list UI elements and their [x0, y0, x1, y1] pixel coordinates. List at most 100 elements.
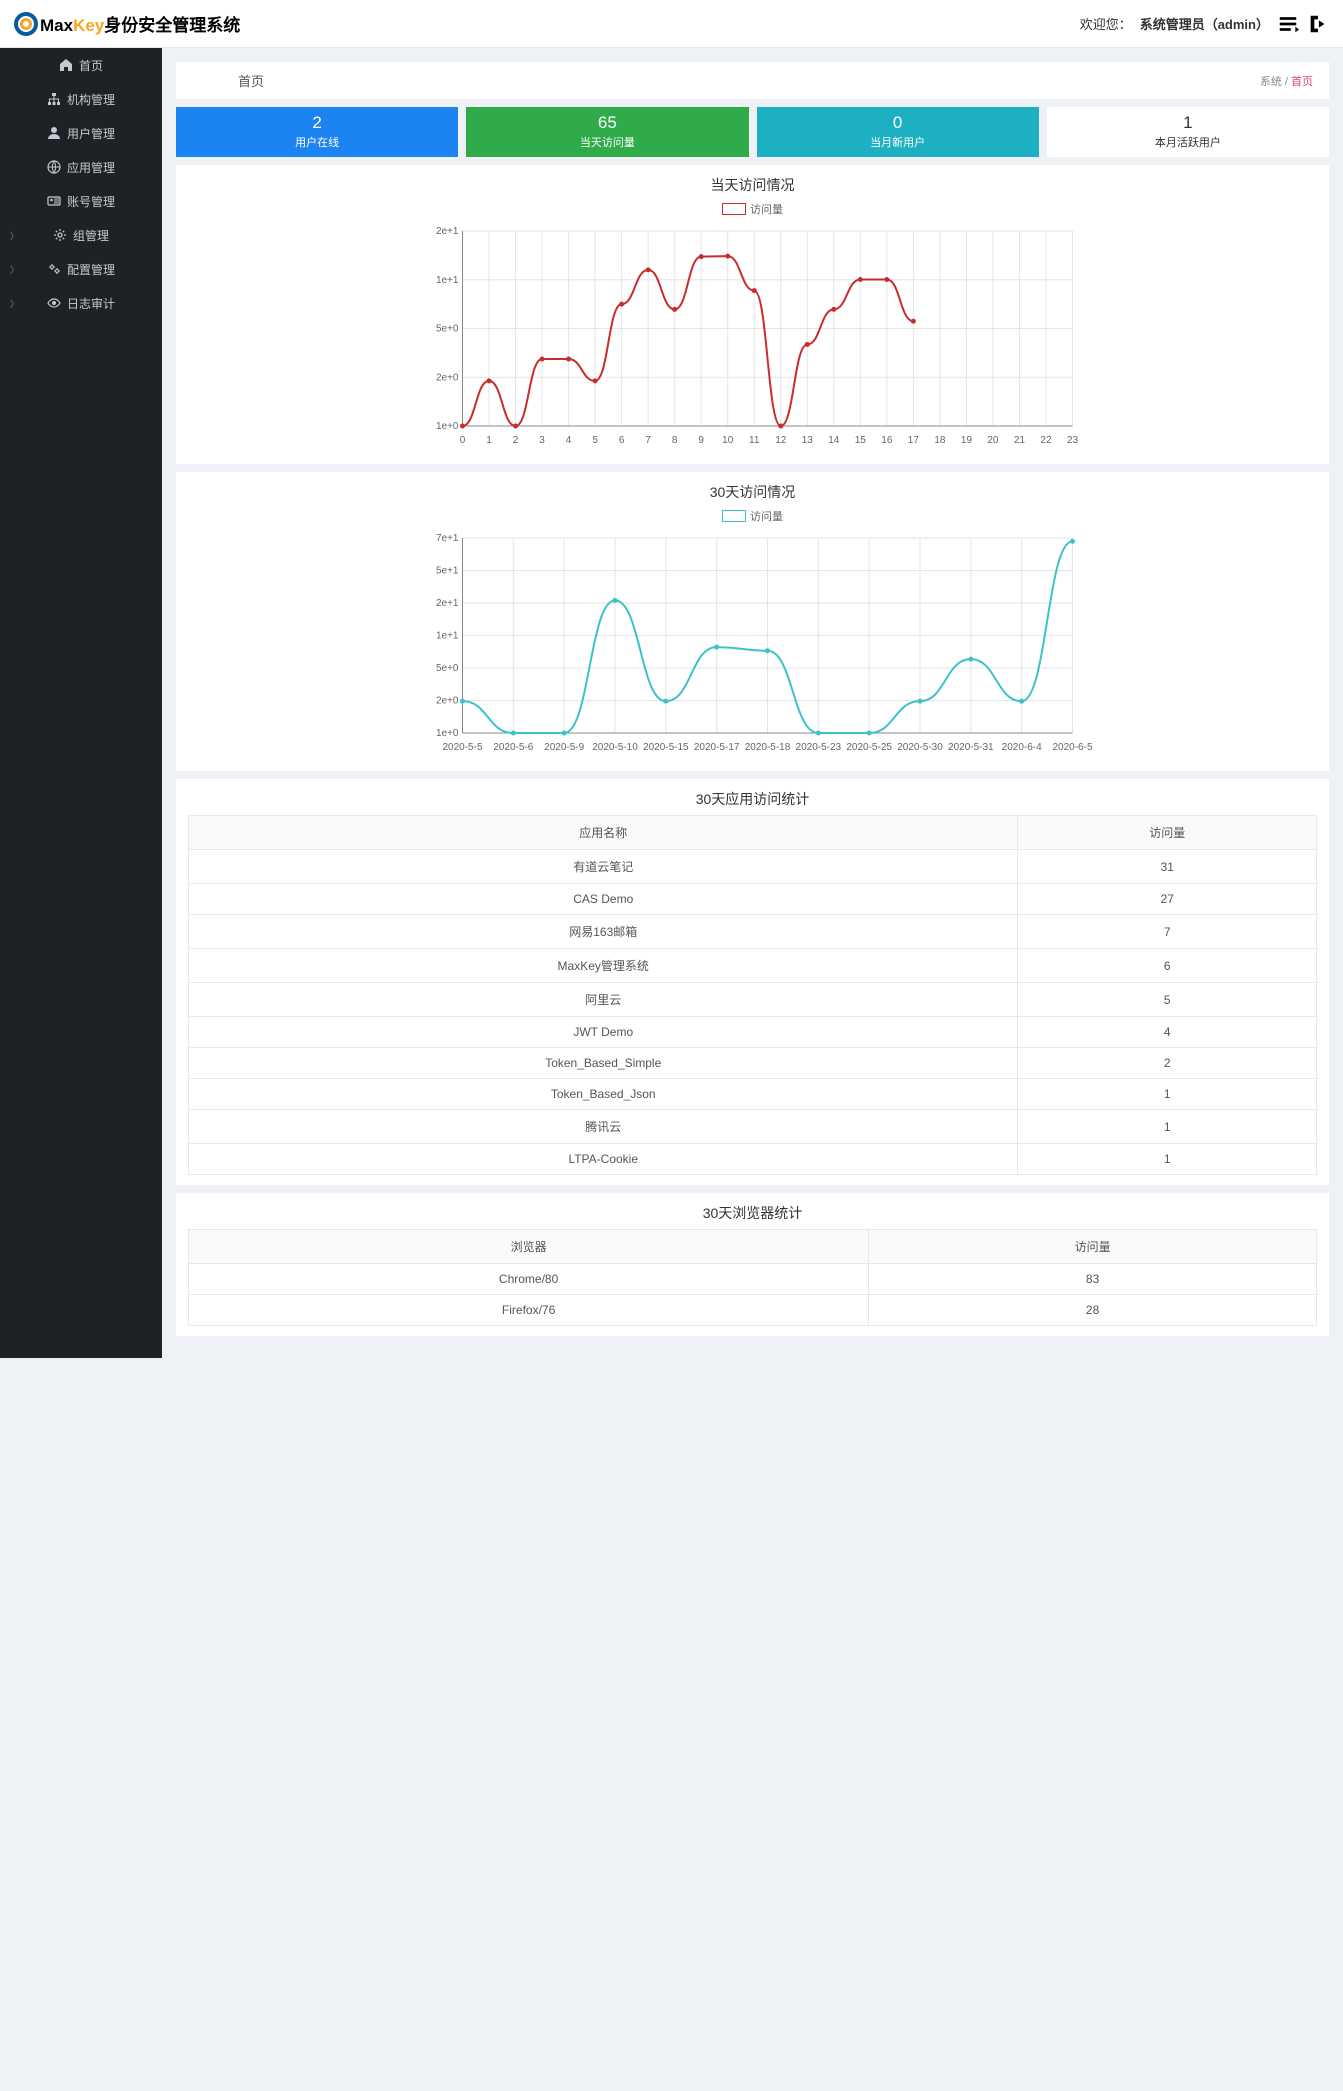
cell-count: 27 [1018, 884, 1317, 915]
sidebar-item-label: 首页 [79, 57, 103, 74]
stat-label: 本月活跃用户 [1047, 134, 1329, 150]
crumb-sys: 系统 [1260, 76, 1282, 88]
current-user: 系统管理员（admin） [1140, 14, 1269, 33]
svg-text:10: 10 [722, 435, 734, 446]
table-title: 30天应用访问统计 [188, 789, 1317, 809]
table-title: 30天浏览器统计 [188, 1203, 1317, 1223]
svg-text:9: 9 [698, 435, 704, 446]
svg-text:2020-5-15: 2020-5-15 [643, 742, 689, 753]
svg-text:5e+0: 5e+0 [436, 663, 459, 674]
user-icon [47, 126, 61, 140]
sidebar-item-label: 用户管理 [67, 125, 115, 142]
svg-text:2020-5-17: 2020-5-17 [694, 742, 740, 753]
logo-text-rest: 身份安全管理系统 [104, 16, 240, 35]
cog-icon [53, 228, 67, 242]
crumb-sep: / [1282, 76, 1291, 88]
logo: MaxKey身份安全管理系统 [14, 11, 240, 36]
logout-icon[interactable] [1307, 13, 1329, 35]
sidebar-item-globe[interactable]: 应用管理 [0, 150, 162, 184]
stat-number: 65 [466, 113, 748, 133]
stat-card[interactable]: 0当月新用户 [757, 107, 1039, 157]
sidebar-item-user[interactable]: 用户管理 [0, 116, 162, 150]
cell-count: 1 [1018, 1144, 1317, 1175]
header: MaxKey身份安全管理系统 欢迎您： 系统管理员（admin） [0, 0, 1343, 48]
svg-text:11: 11 [749, 435, 760, 446]
svg-text:2020-5-6: 2020-5-6 [493, 742, 533, 753]
sidebar-item-label: 应用管理 [67, 159, 115, 176]
svg-text:2e+1: 2e+1 [436, 598, 459, 609]
stat-card[interactable]: 1本月活跃用户 [1047, 107, 1329, 157]
header-right: 欢迎您： 系统管理员（admin） [1080, 13, 1329, 35]
gears-icon [47, 262, 61, 276]
sidebar-item-home[interactable]: 首页 [0, 48, 162, 82]
svg-text:4: 4 [566, 435, 572, 446]
table-row: 阿里云5 [189, 983, 1317, 1017]
cell-count: 83 [869, 1264, 1317, 1295]
logo-text-max: Max [40, 16, 73, 35]
svg-text:2020-5-25: 2020-5-25 [846, 742, 892, 753]
menu-icon[interactable] [1277, 13, 1299, 35]
svg-text:1e+0: 1e+0 [436, 421, 459, 432]
chevron-right-icon: 〉 [10, 229, 19, 242]
legend-label: 访问量 [750, 201, 783, 217]
table-row: 腾讯云1 [189, 1110, 1317, 1144]
legend-label: 访问量 [750, 508, 783, 524]
svg-text:18: 18 [934, 435, 946, 446]
chart-title: 当天访问情况 [188, 175, 1317, 195]
svg-text:2020-6-4: 2020-6-4 [1002, 742, 1042, 753]
cell-name: LTPA-Cookie [189, 1144, 1018, 1175]
svg-text:5e+0: 5e+0 [436, 324, 459, 335]
chevron-right-icon: 〉 [10, 263, 19, 276]
svg-text:2020-5-23: 2020-5-23 [796, 742, 842, 753]
globe-icon [47, 160, 61, 174]
cell-name: CAS Demo [189, 884, 1018, 915]
svg-text:19: 19 [961, 435, 973, 446]
svg-text:2020-5-30: 2020-5-30 [897, 742, 943, 753]
stat-card[interactable]: 65当天访问量 [466, 107, 748, 157]
table-row: Firefox/7628 [189, 1295, 1317, 1326]
table-header: 访问量 [1018, 816, 1317, 850]
svg-text:5e+1: 5e+1 [436, 566, 459, 577]
svg-text:16: 16 [881, 435, 893, 446]
svg-text:7e+1: 7e+1 [436, 533, 459, 544]
table-panel-apps: 30天应用访问统计 应用名称访问量有道云笔记31CAS Demo27网易163邮… [176, 779, 1329, 1185]
cell-name: 腾讯云 [189, 1110, 1018, 1144]
cell-name: Token_Based_Simple [189, 1048, 1018, 1079]
chart-panel-30d: 30天访问情况 访问量 1e+02e+05e+01e+12e+15e+17e+1… [176, 472, 1329, 771]
stat-number: 2 [176, 113, 458, 133]
legend-swatch [722, 203, 746, 215]
svg-text:1: 1 [486, 435, 492, 446]
table-header: 应用名称 [189, 816, 1018, 850]
home-icon [59, 58, 73, 72]
svg-text:14: 14 [828, 435, 840, 446]
cell-name: MaxKey管理系统 [189, 949, 1018, 983]
svg-text:13: 13 [802, 435, 814, 446]
sidebar-item-label: 日志审计 [67, 295, 115, 312]
legend-swatch [722, 510, 746, 522]
table-row: 有道云笔记31 [189, 850, 1317, 884]
crumb-current: 首页 [1291, 76, 1313, 88]
sidebar-item-gears[interactable]: 〉配置管理 [0, 252, 162, 286]
chevron-right-icon: 〉 [10, 297, 19, 310]
table-row: 网易163邮箱7 [189, 915, 1317, 949]
sidebar-item-eye[interactable]: 〉 日志审计 [0, 286, 162, 320]
stat-card[interactable]: 2用户在线 [176, 107, 458, 157]
svg-text:2e+0: 2e+0 [436, 372, 459, 383]
logo-icon [14, 12, 38, 36]
browsers-table: 浏览器访问量Chrome/8083Firefox/7628 [188, 1229, 1317, 1326]
cell-count: 2 [1018, 1048, 1317, 1079]
content: 首页 系统 / 首页 2用户在线65当天访问量0当月新用户1本月活跃用户 当天访… [162, 48, 1343, 1358]
sidebar-item-cog[interactable]: 〉组管理 [0, 218, 162, 252]
table-row: JWT Demo4 [189, 1017, 1317, 1048]
sidebar-item-sitemap[interactable]: 机构管理 [0, 82, 162, 116]
svg-text:21: 21 [1014, 435, 1026, 446]
table-header: 浏览器 [189, 1230, 869, 1264]
stat-label: 当天访问量 [466, 134, 748, 150]
svg-text:12: 12 [775, 435, 787, 446]
svg-text:23: 23 [1067, 435, 1079, 446]
cell-name: JWT Demo [189, 1017, 1018, 1048]
cell-count: 4 [1018, 1017, 1317, 1048]
cell-name: 有道云笔记 [189, 850, 1018, 884]
cell-name: 网易163邮箱 [189, 915, 1018, 949]
sidebar-item-idcard[interactable]: 账号管理 [0, 184, 162, 218]
